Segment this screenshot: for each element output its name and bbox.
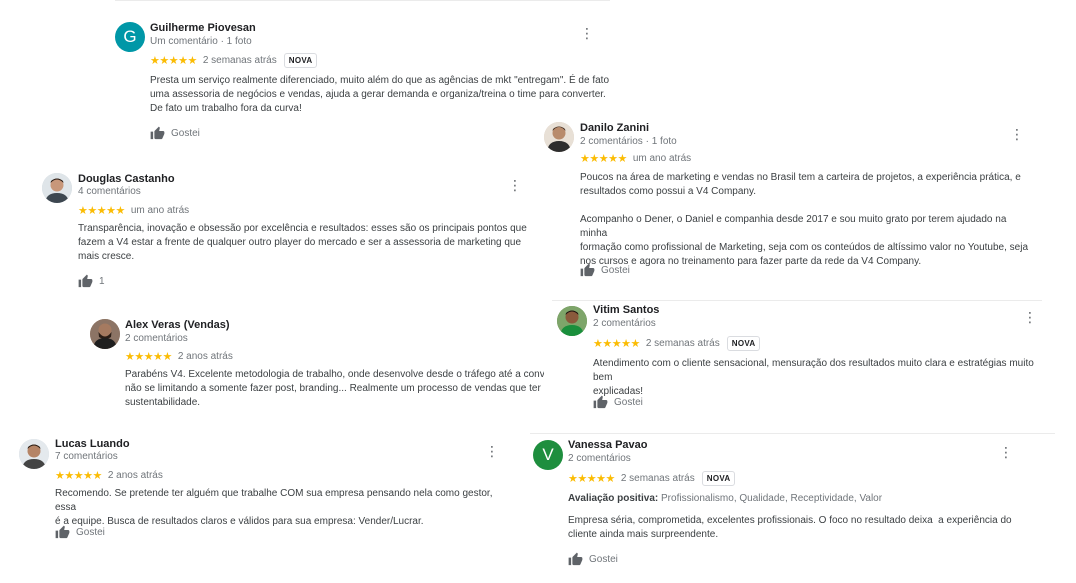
like-count: 1: [99, 276, 105, 287]
avatar[interactable]: V: [533, 440, 563, 470]
thumbs-up-icon: [78, 274, 93, 288]
review-card-vanessa: V Vanessa Pavao 2 comentários ⋮ ★★★★★ 2 …: [530, 434, 1060, 583]
rated-attributes: Avaliação positiva: Profissionalismo, Qu…: [568, 492, 1048, 506]
review-date: 2 anos atrás: [177, 351, 233, 362]
reviewer-name[interactable]: Vitim Santos: [593, 304, 659, 316]
more-options-icon[interactable]: ⋮: [485, 444, 499, 458]
avatar-photo: [90, 319, 120, 349]
review-text: Presta um serviço realmente diferenciado…: [150, 75, 610, 114]
review-date: 2 anos atrás: [107, 470, 163, 481]
like-button[interactable]: Gostei: [55, 525, 105, 540]
like-button[interactable]: 1: [78, 274, 105, 289]
star-rating: ★★★★★: [580, 153, 627, 165]
review-date: um ano atrás: [632, 153, 692, 164]
reviewer-name[interactable]: Danilo Zanini: [580, 122, 649, 134]
rating-row: ★★★★★ 2 semanas atrás NOVA: [593, 336, 761, 351]
reviewer-name[interactable]: Lucas Luando: [55, 438, 130, 450]
like-label: Gostei: [589, 554, 618, 565]
star-rating: ★★★★★: [150, 55, 197, 67]
review-text: Recomendo. Se pretende ter alguém que tr…: [55, 488, 496, 527]
star-rating: ★★★★★: [55, 470, 102, 482]
rated-values: Profissionalismo, Qualidade, Receptivida…: [661, 493, 883, 504]
review-date: um ano atrás: [130, 205, 190, 216]
thumbs-up-icon: [568, 552, 583, 566]
like-label: Gostei: [171, 128, 200, 139]
new-badge: NOVA: [283, 53, 318, 68]
reviewer-stats[interactable]: 4 comentários: [78, 186, 141, 197]
reviewer-name[interactable]: Guilherme Piovesan: [150, 22, 256, 34]
reviewer-name[interactable]: Alex Veras (Vendas): [125, 319, 230, 331]
reviewer-stats[interactable]: Um comentário · 1 foto: [150, 36, 252, 47]
avatar[interactable]: [544, 122, 574, 152]
avatar[interactable]: G: [115, 22, 145, 52]
review-card-guilherme: G Guilherme Piovesan Um comentário · 1 f…: [112, 16, 612, 148]
rated-label: Avaliação positiva:: [568, 493, 659, 504]
top-divider: [115, 0, 610, 1]
thumbs-up-icon: [593, 395, 608, 409]
avatar-photo: [19, 439, 49, 469]
like-label: Gostei: [76, 527, 105, 538]
review-date: 2 semanas atrás: [645, 338, 720, 349]
reviewer-stats[interactable]: 7 comentários: [55, 451, 118, 462]
review-card-alex: Alex Veras (Vendas) 2 comentários ★★★★★ …: [86, 313, 544, 423]
star-rating: ★★★★★: [78, 205, 125, 217]
reviewer-name[interactable]: Vanessa Pavao: [568, 439, 648, 451]
avatar[interactable]: [19, 439, 49, 469]
avatar[interactable]: [90, 319, 120, 349]
avatar-initial: G: [123, 27, 137, 46]
star-rating: ★★★★★: [593, 338, 640, 350]
thumbs-up-icon: [150, 126, 165, 140]
review-card-lucas: Lucas Luando 7 comentários ⋮ ★★★★★ 2 ano…: [15, 432, 515, 550]
reviewer-stats[interactable]: 2 comentários: [568, 453, 631, 464]
like-button[interactable]: Gostei: [150, 126, 200, 141]
reviewer-name[interactable]: Douglas Castanho: [78, 173, 175, 185]
more-options-icon[interactable]: ⋮: [580, 26, 594, 40]
like-label: Gostei: [614, 397, 643, 408]
star-rating: ★★★★★: [125, 351, 172, 363]
avatar-photo: [42, 173, 72, 203]
avatar[interactable]: [42, 173, 72, 203]
review-date: 2 semanas atrás: [620, 473, 695, 484]
rating-row: ★★★★★ 2 semanas atrás NOVA: [150, 53, 318, 68]
avatar-photo: [544, 122, 574, 152]
review-card-danilo: Danilo Zanini 2 comentários · 1 foto ⋮ ★…: [540, 116, 1038, 282]
new-badge: NOVA: [701, 471, 736, 486]
more-options-icon[interactable]: ⋮: [1010, 127, 1024, 141]
more-options-icon[interactable]: ⋮: [508, 178, 522, 192]
avatar-initial: V: [542, 445, 554, 464]
reviewer-stats[interactable]: 2 comentários: [593, 318, 656, 329]
review-card-vitim: Vitim Santos 2 comentários ⋮ ★★★★★ 2 sem…: [553, 301, 1058, 417]
rating-row: ★★★★★ um ano atrás: [580, 152, 691, 165]
rating-row: ★★★★★ um ano atrás: [78, 204, 189, 217]
review-card-douglas: Douglas Castanho 4 comentários ⋮ ★★★★★ u…: [38, 166, 538, 294]
review-text: Empresa séria, comprometida, excelentes …: [568, 515, 1012, 540]
thumbs-up-icon: [55, 525, 70, 539]
like-button[interactable]: Gostei: [568, 552, 618, 567]
review-text: Parabéns V4. Excelente metodologia de tr…: [125, 369, 544, 408]
rating-row: ★★★★★ 2 anos atrás: [125, 350, 233, 363]
avatar[interactable]: [557, 306, 587, 336]
avatar-photo: [557, 306, 587, 336]
like-button[interactable]: Gostei: [593, 395, 643, 410]
star-rating: ★★★★★: [568, 473, 615, 485]
more-options-icon[interactable]: ⋮: [1023, 310, 1037, 324]
review-text: Atendimento com o cliente sensacional, m…: [593, 358, 1037, 397]
like-label: Gostei: [601, 265, 630, 276]
rating-row: ★★★★★ 2 semanas atrás NOVA: [568, 471, 736, 486]
new-badge: NOVA: [726, 336, 761, 351]
rating-row: ★★★★★ 2 anos atrás: [55, 469, 163, 482]
review-text: Poucos na área de marketing e vendas no …: [580, 172, 1029, 267]
more-options-icon[interactable]: ⋮: [999, 445, 1013, 459]
review-date: 2 semanas atrás: [202, 55, 277, 66]
reviewer-stats[interactable]: 2 comentários: [125, 333, 188, 344]
thumbs-up-icon: [580, 263, 595, 277]
reviewer-stats[interactable]: 2 comentários · 1 foto: [580, 136, 677, 147]
review-text: Transparência, inovação e obsessão por e…: [78, 223, 527, 262]
like-button[interactable]: Gostei: [580, 263, 630, 278]
